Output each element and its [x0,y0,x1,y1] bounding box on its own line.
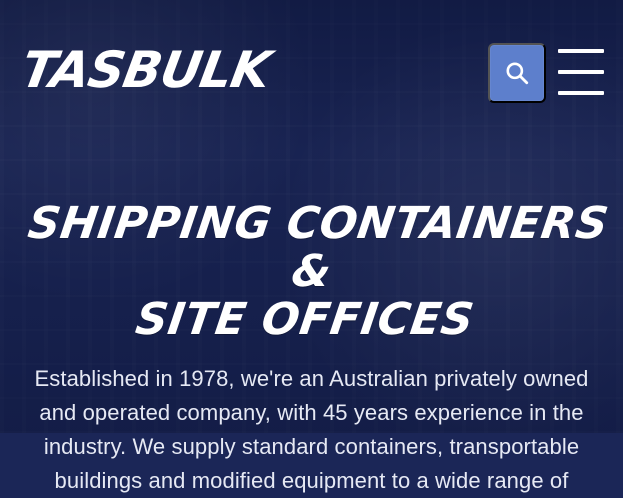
hamburger-menu-icon [558,49,604,53]
hero-title: SHIPPING CONTAINERS & SITE OFFICES [0,198,623,345]
hamburger-menu-icon [558,70,604,74]
menu-button[interactable] [558,46,604,98]
hero-title-line-1: SHIPPING CONTAINERS & [24,198,612,297]
hero-description: Established in 1978, we're an Australian… [34,366,589,493]
hamburger-menu-icon [558,91,604,95]
hero-title-line-2: SITE OFFICES [132,294,478,345]
search-button[interactable] [488,43,546,103]
site-header: TASBULK [0,0,623,140]
search-icon [504,60,530,86]
logo-text: TASBULK [16,41,275,99]
tasbulk-logo[interactable]: TASBULK [17,40,303,100]
hero-section: SHIPPING CONTAINERS & SITE OFFICES Estab… [0,198,623,498]
